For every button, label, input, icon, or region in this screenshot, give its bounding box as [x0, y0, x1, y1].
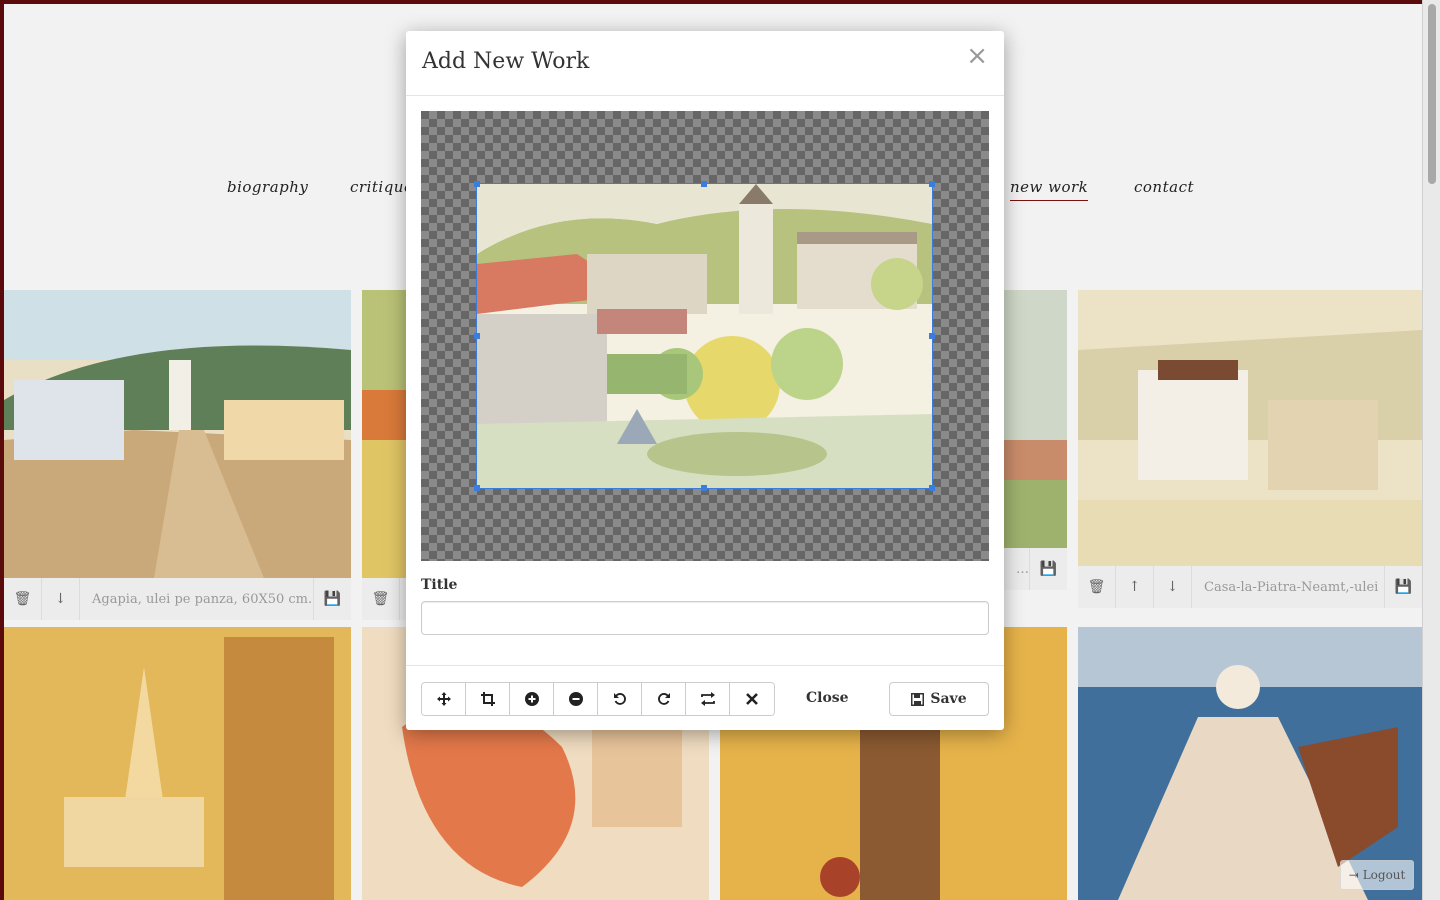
- gallery-painting-4[interactable]: [4, 627, 351, 900]
- scrollbar-thumb[interactable]: [1428, 4, 1436, 184]
- cropper-toolbar: [421, 682, 775, 716]
- crop-handle-n[interactable]: [701, 181, 707, 187]
- nav-new-work[interactable]: new work: [1010, 178, 1089, 201]
- tile-toolbar: 🗑 ↓ Agapia, ulei pe panza, 60X50 cm. 💾: [4, 578, 351, 620]
- rotate-right-button[interactable]: [642, 683, 686, 715]
- title-label: Title: [421, 577, 458, 593]
- trash-icon[interactable]: 🗑: [1078, 566, 1116, 608]
- page-scrollbar[interactable]: [1422, 0, 1440, 900]
- move-button[interactable]: [422, 683, 466, 715]
- zoom-out-button[interactable]: [554, 683, 598, 715]
- save-icon[interactable]: 💾: [313, 578, 351, 620]
- add-work-modal: Add New Work × Title Close Save: [406, 31, 1004, 730]
- tile-toolbar: 🗑 ↑ ↓ Casa-la-Piatra-Neamt,-ulei 💾: [1078, 566, 1422, 608]
- save-button[interactable]: Save: [889, 682, 989, 716]
- trash-icon[interactable]: 🗑: [362, 578, 400, 620]
- logout-icon: ⇥: [1348, 868, 1359, 882]
- crop-button[interactable]: [466, 683, 510, 715]
- crop-handle-w[interactable]: [474, 333, 480, 339]
- rotate-left-button[interactable]: [598, 683, 642, 715]
- modal-title: Add New Work: [422, 49, 590, 74]
- painting-image: [1078, 290, 1422, 566]
- arrow-up-icon[interactable]: ↑: [1116, 566, 1154, 608]
- save-label: Save: [930, 691, 967, 707]
- crop-icon: [480, 692, 495, 706]
- logout-button[interactable]: ⇥ Logout: [1340, 860, 1414, 890]
- logout-label: Logout: [1362, 868, 1406, 882]
- crop-handle-ne[interactable]: [929, 181, 935, 187]
- rotate-right-icon: [657, 693, 670, 705]
- gallery-painting-casa[interactable]: [1078, 290, 1422, 566]
- cancel-icon: [746, 693, 758, 705]
- painting-image: [4, 290, 351, 578]
- arrow-down-icon[interactable]: ↓: [1154, 566, 1192, 608]
- caption-input[interactable]: …m.: [1004, 562, 1029, 577]
- close-button[interactable]: Close: [794, 682, 861, 714]
- close-icon[interactable]: ×: [966, 43, 988, 69]
- crop-handle-se[interactable]: [929, 485, 935, 491]
- nav-contact[interactable]: contact: [1134, 178, 1194, 196]
- image-cropper[interactable]: [421, 111, 989, 561]
- save-icon[interactable]: 💾: [1029, 548, 1067, 590]
- tile-toolbar: …m. 💾: [1004, 548, 1067, 590]
- zoom-out-icon: [568, 692, 583, 706]
- trash-icon[interactable]: 🗑: [4, 578, 42, 620]
- arrow-down-icon[interactable]: ↓: [42, 578, 80, 620]
- flip-button[interactable]: [686, 683, 730, 715]
- gallery-painting-3[interactable]: [1004, 290, 1067, 548]
- painting-image: [4, 627, 351, 900]
- gallery-painting-agapia[interactable]: [4, 290, 351, 578]
- painting-image: [362, 290, 410, 578]
- watercolor-image: [477, 184, 932, 488]
- painting-image: [1004, 290, 1067, 548]
- caption-input[interactable]: Agapia, ulei pe panza, 60X50 cm.: [80, 592, 313, 607]
- crop-handle-sw[interactable]: [474, 485, 480, 491]
- tile-toolbar: 🗑: [362, 578, 410, 620]
- nav-biography[interactable]: biography: [227, 178, 308, 196]
- gallery-painting-2[interactable]: [362, 290, 410, 578]
- crop-handle-nw[interactable]: [474, 181, 480, 187]
- modal-footer: Close Save: [406, 665, 1004, 730]
- zoom-in-button[interactable]: [510, 683, 554, 715]
- rotate-left-icon: [613, 693, 626, 705]
- crop-handle-e[interactable]: [929, 333, 935, 339]
- zoom-in-icon: [524, 692, 539, 706]
- nav-critique[interactable]: critique: [350, 178, 413, 196]
- caption-input[interactable]: Casa-la-Piatra-Neamt,-ulei: [1192, 580, 1384, 595]
- modal-header: Add New Work ×: [406, 31, 1004, 96]
- cancel-button[interactable]: [730, 683, 774, 715]
- crop-box[interactable]: [474, 181, 935, 491]
- floppy-icon: [911, 692, 925, 706]
- move-icon: [436, 692, 451, 706]
- save-icon[interactable]: 💾: [1384, 566, 1422, 608]
- title-input[interactable]: [421, 601, 989, 635]
- crop-handle-s[interactable]: [701, 485, 707, 491]
- flip-icon: [700, 692, 715, 706]
